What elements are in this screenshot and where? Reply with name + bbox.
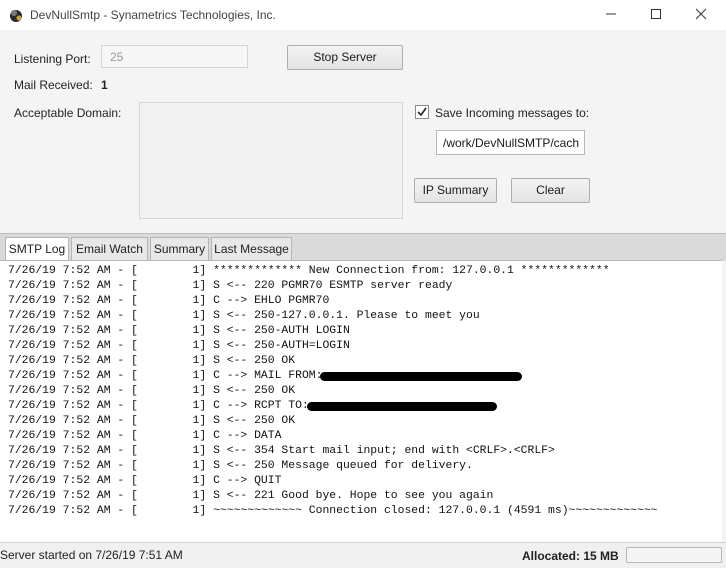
acceptable-domain-label: Acceptable Domain:	[14, 106, 122, 120]
tab-email-watch[interactable]: Email Watch	[71, 237, 148, 261]
log-line-text: S <-- 221 Good bye. Hope to see you agai…	[213, 490, 494, 502]
log-line-text: S <-- 250-AUTH LOGIN	[213, 325, 350, 337]
server-status-text: Server started on 7/26/19 7:51 AM	[0, 548, 183, 562]
acceptable-domain-textarea[interactable]	[139, 102, 403, 219]
log-line-text: S <-- 250-127.0.0.1. Please to meet you	[213, 310, 480, 322]
log-line-text: ************* New Connection from: 127.0…	[213, 265, 610, 277]
listening-port-input[interactable]: 25	[101, 45, 248, 68]
log-line-text: ~~~~~~~~~~~~~ Connection closed: 127.0.0…	[213, 505, 658, 517]
tab-strip: SMTP Log Email Watch Summary Last Messag…	[0, 233, 726, 262]
log-line-prefix: 7/26/19 7:52 AM - [ 1]	[8, 310, 214, 322]
log-line-prefix: 7/26/19 7:52 AM - [ 1]	[8, 415, 214, 427]
mail-received-label: Mail Received:	[14, 78, 93, 92]
log-line: 7/26/19 7:52 AM - [ 1] S <-- 220 PGMR70 …	[8, 279, 722, 294]
log-line-text: S <-- 220 PGMR70 ESMTP server ready	[213, 280, 453, 292]
log-line-text: S <-- 250 Message queued for delivery.	[213, 460, 473, 472]
log-line: 7/26/19 7:52 AM - [ 1] S <-- 221 Good by…	[8, 489, 722, 504]
ip-summary-button[interactable]: IP Summary	[414, 178, 497, 203]
minimize-button[interactable]	[588, 0, 634, 30]
log-line: 7/26/19 7:52 AM - [ 1] S <-- 250-AUTH=LO…	[8, 339, 722, 354]
log-line-text: C --> DATA	[213, 430, 282, 442]
log-line-text: S <-- 250-AUTH=LOGIN	[213, 340, 350, 352]
close-button[interactable]	[678, 0, 724, 30]
log-line-prefix: 7/26/19 7:52 AM - [ 1]	[8, 265, 214, 277]
memory-progress-bar	[626, 547, 722, 563]
clear-button[interactable]: Clear	[511, 178, 590, 203]
log-line-prefix: 7/26/19 7:52 AM - [ 1]	[8, 370, 214, 382]
log-line-prefix: 7/26/19 7:52 AM - [ 1]	[8, 385, 214, 397]
log-line: 7/26/19 7:52 AM - [ 1] S <-- 250 OK	[8, 384, 722, 399]
log-line-prefix: 7/26/19 7:52 AM - [ 1]	[8, 475, 214, 487]
log-line-text: S <-- 250 OK	[213, 355, 296, 367]
tab-smtp-log[interactable]: SMTP Log	[5, 237, 69, 262]
log-line-text: S <-- 354 Start mail input; end with <CR…	[213, 445, 555, 457]
log-line: 7/26/19 7:52 AM - [ 1] S <-- 250-AUTH LO…	[8, 324, 722, 339]
log-line-prefix: 7/26/19 7:52 AM - [ 1]	[8, 340, 214, 352]
close-icon	[695, 8, 707, 23]
redacted-address	[307, 402, 497, 411]
mail-received-count: 1	[101, 78, 108, 92]
save-path-input[interactable]: /work/DevNullSMTP/cach	[436, 130, 585, 155]
log-line-text: C --> MAIL FROM:	[213, 370, 323, 382]
log-line: 7/26/19 7:52 AM - [ 1] C --> MAIL FROM:	[8, 369, 722, 384]
log-line: 7/26/19 7:52 AM - [ 1] S <-- 250-127.0.0…	[8, 309, 722, 324]
listening-port-label: Listening Port:	[14, 52, 91, 66]
log-line-prefix: 7/26/19 7:52 AM - [ 1]	[8, 280, 214, 292]
log-line-prefix: 7/26/19 7:52 AM - [ 1]	[8, 430, 214, 442]
log-line-text: C --> QUIT	[213, 475, 282, 487]
log-line: 7/26/19 7:52 AM - [ 1] S <-- 250 OK	[8, 414, 722, 429]
status-bar: Server started on 7/26/19 7:51 AM Alloca…	[0, 542, 726, 568]
log-line-prefix: 7/26/19 7:52 AM - [ 1]	[8, 325, 214, 337]
log-line-prefix: 7/26/19 7:52 AM - [ 1]	[8, 505, 214, 517]
title-bar: DevNullSmtp - Synametrics Technologies, …	[0, 0, 726, 30]
maximize-button[interactable]	[633, 0, 679, 30]
stop-server-button[interactable]: Stop Server	[287, 45, 403, 70]
log-line-prefix: 7/26/19 7:52 AM - [ 1]	[8, 355, 214, 367]
log-line: 7/26/19 7:52 AM - [ 1] ************* New…	[8, 264, 722, 279]
log-line: 7/26/19 7:52 AM - [ 1] C --> QUIT	[8, 474, 722, 489]
log-line-prefix: 7/26/19 7:52 AM - [ 1]	[8, 490, 214, 502]
log-line-prefix: 7/26/19 7:52 AM - [ 1]	[8, 445, 214, 457]
log-line-prefix: 7/26/19 7:52 AM - [ 1]	[8, 460, 214, 472]
log-line-prefix: 7/26/19 7:52 AM - [ 1]	[8, 295, 214, 307]
memory-allocated-text: Allocated: 15 MB	[522, 549, 619, 563]
log-line: 7/26/19 7:52 AM - [ 1] C --> EHLO PGMR70	[8, 294, 722, 309]
save-incoming-label: Save Incoming messages to:	[435, 106, 590, 120]
log-line-prefix: 7/26/19 7:52 AM - [ 1]	[8, 400, 214, 412]
app-logo-icon[interactable]	[8, 7, 24, 23]
maximize-icon	[650, 8, 662, 23]
tab-summary[interactable]: Summary	[150, 237, 209, 261]
log-line: 7/26/19 7:52 AM - [ 1] C --> DATA	[8, 429, 722, 444]
window-title: DevNullSmtp - Synametrics Technologies, …	[30, 8, 276, 22]
log-line: 7/26/19 7:52 AM - [ 1] ~~~~~~~~~~~~~ Con…	[8, 504, 722, 519]
log-line: 7/26/19 7:52 AM - [ 1] S <-- 250 Message…	[8, 459, 722, 474]
log-line-text: C --> RCPT TO:	[213, 400, 309, 412]
log-line-text: S <-- 250 OK	[213, 385, 296, 397]
log-line-text: S <-- 250 OK	[213, 415, 296, 427]
minimize-icon	[605, 8, 617, 23]
save-incoming-checkbox[interactable]	[415, 105, 429, 119]
redacted-address	[320, 372, 522, 381]
log-line: 7/26/19 7:52 AM - [ 1] C --> RCPT TO:	[8, 399, 722, 414]
tab-last-message[interactable]: Last Message	[211, 237, 292, 261]
log-line: 7/26/19 7:52 AM - [ 1] S <-- 250 OK	[8, 354, 722, 369]
smtp-log-area[interactable]: 7/26/19 7:52 AM - [ 1] ************* New…	[0, 260, 722, 542]
log-line-text: C --> EHLO PGMR70	[213, 295, 330, 307]
log-line: 7/26/19 7:52 AM - [ 1] S <-- 354 Start m…	[8, 444, 722, 459]
